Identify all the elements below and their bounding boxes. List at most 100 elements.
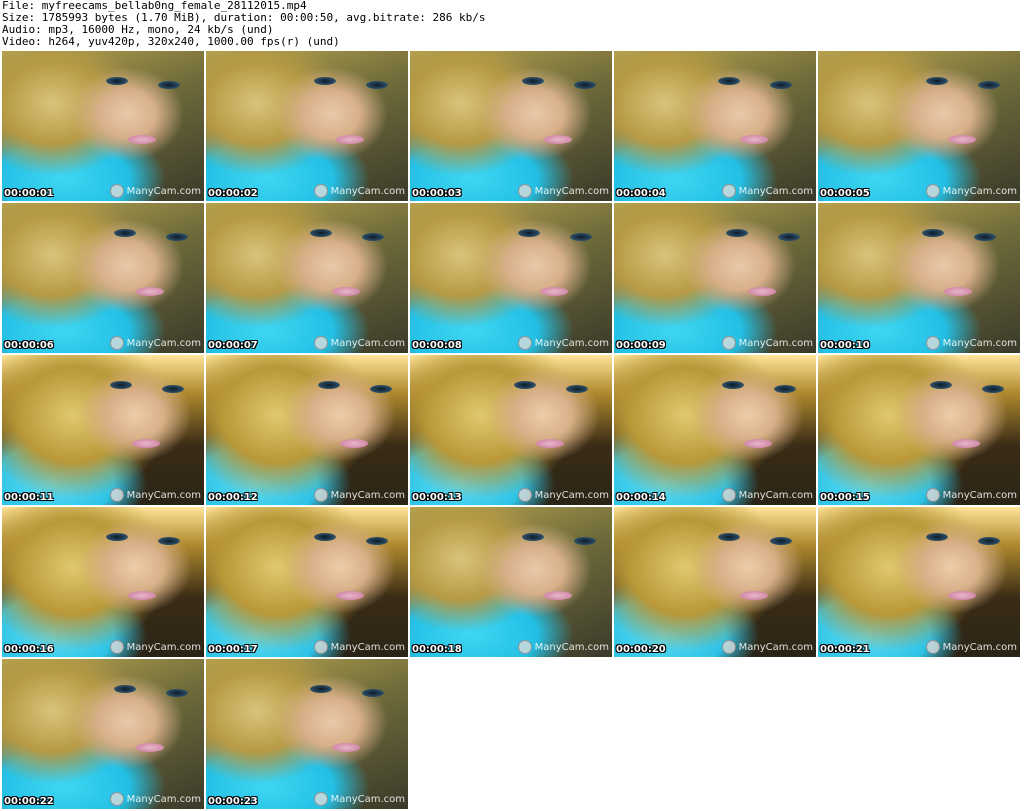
lips-shape <box>136 743 164 752</box>
lips-shape <box>336 135 364 144</box>
eye-shape <box>774 385 796 393</box>
eye-shape <box>570 233 592 241</box>
watermark-text: ManyCam.com <box>126 793 201 805</box>
frame-image <box>206 507 408 657</box>
lips-shape <box>332 743 360 752</box>
eye-shape <box>366 537 388 545</box>
video-frame-thumbnail: ManyCam.com 00:00:20 <box>614 507 816 657</box>
eye-shape <box>726 229 748 237</box>
eye-shape <box>922 229 944 237</box>
camera-icon <box>517 184 532 198</box>
frame-image <box>818 355 1020 505</box>
watermark-text: ManyCam.com <box>330 489 405 501</box>
watermark-text: ManyCam.com <box>330 793 405 805</box>
watermark-text: ManyCam.com <box>330 185 405 197</box>
eye-shape <box>158 81 180 89</box>
frame-image <box>614 507 816 657</box>
lips-shape <box>536 439 564 448</box>
timestamp-label: 00:00:05 <box>820 188 870 199</box>
camera-icon <box>925 184 940 198</box>
eye-shape <box>718 77 740 85</box>
lips-shape <box>540 287 568 296</box>
manycam-watermark: ManyCam.com <box>313 640 405 654</box>
timestamp-label: 00:00:22 <box>4 796 54 807</box>
watermark-text: ManyCam.com <box>534 489 609 501</box>
camera-icon <box>721 640 736 654</box>
frame-image <box>206 355 408 505</box>
watermark-text: ManyCam.com <box>126 489 201 501</box>
frame-image <box>818 507 1020 657</box>
watermark-text: ManyCam.com <box>942 641 1017 653</box>
frame-image <box>818 203 1020 353</box>
watermark-text: ManyCam.com <box>738 337 813 349</box>
watermark-text: ManyCam.com <box>330 641 405 653</box>
eye-shape <box>978 537 1000 545</box>
manycam-watermark: ManyCam.com <box>925 488 1017 502</box>
eye-shape <box>110 381 132 389</box>
watermark-text: ManyCam.com <box>330 337 405 349</box>
lips-shape <box>740 591 768 600</box>
timestamp-label: 00:00:15 <box>820 492 870 503</box>
eye-shape <box>770 81 792 89</box>
video-frame-thumbnail: ManyCam.com 00:00:03 <box>410 51 612 201</box>
timestamp-label: 00:00:09 <box>616 340 666 351</box>
thumbnail-grid: ManyCam.com 00:00:01 ManyCam.com 00:00:02 Ma… <box>0 50 1024 811</box>
lips-shape <box>544 591 572 600</box>
eye-shape <box>314 533 336 541</box>
watermark-text: ManyCam.com <box>126 185 201 197</box>
lips-shape <box>952 439 980 448</box>
frame-image <box>2 507 204 657</box>
eye-shape <box>318 381 340 389</box>
manycam-watermark: ManyCam.com <box>721 336 813 350</box>
lips-shape <box>332 287 360 296</box>
watermark-text: ManyCam.com <box>534 337 609 349</box>
timestamp-label: 00:00:07 <box>208 340 258 351</box>
camera-icon <box>721 336 736 350</box>
eye-shape <box>158 537 180 545</box>
timestamp-label: 00:00:23 <box>208 796 258 807</box>
manycam-watermark: ManyCam.com <box>925 640 1017 654</box>
camera-icon <box>313 336 328 350</box>
manycam-watermark: ManyCam.com <box>721 184 813 198</box>
video-frame-thumbnail: ManyCam.com 00:00:04 <box>614 51 816 201</box>
eye-shape <box>718 533 740 541</box>
eye-shape <box>106 533 128 541</box>
frame-image <box>2 203 204 353</box>
manycam-watermark: ManyCam.com <box>313 488 405 502</box>
video-frame-thumbnail: ManyCam.com 00:00:15 <box>818 355 1020 505</box>
camera-icon <box>313 488 328 502</box>
manycam-watermark: ManyCam.com <box>721 640 813 654</box>
video-frame-thumbnail: ManyCam.com 00:00:12 <box>206 355 408 505</box>
camera-icon <box>517 640 532 654</box>
lips-shape <box>544 135 572 144</box>
camera-icon <box>313 640 328 654</box>
manycam-watermark: ManyCam.com <box>721 488 813 502</box>
eye-shape <box>926 533 948 541</box>
camera-icon <box>925 640 940 654</box>
eye-shape <box>518 229 540 237</box>
camera-icon <box>517 488 532 502</box>
camera-icon <box>109 336 124 350</box>
eye-shape <box>722 381 744 389</box>
video-frame-thumbnail: ManyCam.com 00:00:08 <box>410 203 612 353</box>
camera-icon <box>109 640 124 654</box>
frame-image <box>410 355 612 505</box>
video-frame-thumbnail: ManyCam.com 00:00:07 <box>206 203 408 353</box>
eye-shape <box>314 77 336 85</box>
timestamp-label: 00:00:16 <box>4 644 54 655</box>
manycam-watermark: ManyCam.com <box>517 184 609 198</box>
frame-image <box>410 507 612 657</box>
video-frame-thumbnail: ManyCam.com 00:00:11 <box>2 355 204 505</box>
lips-shape <box>136 287 164 296</box>
video-frame-thumbnail: ManyCam.com 00:00:17 <box>206 507 408 657</box>
lips-shape <box>944 287 972 296</box>
eye-shape <box>362 689 384 697</box>
manycam-watermark: ManyCam.com <box>313 184 405 198</box>
timestamp-label: 00:00:01 <box>4 188 54 199</box>
timestamp-label: 00:00:14 <box>616 492 666 503</box>
timestamp-label: 00:00:20 <box>616 644 666 655</box>
timestamp-label: 00:00:03 <box>412 188 462 199</box>
timestamp-label: 00:00:04 <box>616 188 666 199</box>
timestamp-label: 00:00:06 <box>4 340 54 351</box>
lips-shape <box>128 591 156 600</box>
